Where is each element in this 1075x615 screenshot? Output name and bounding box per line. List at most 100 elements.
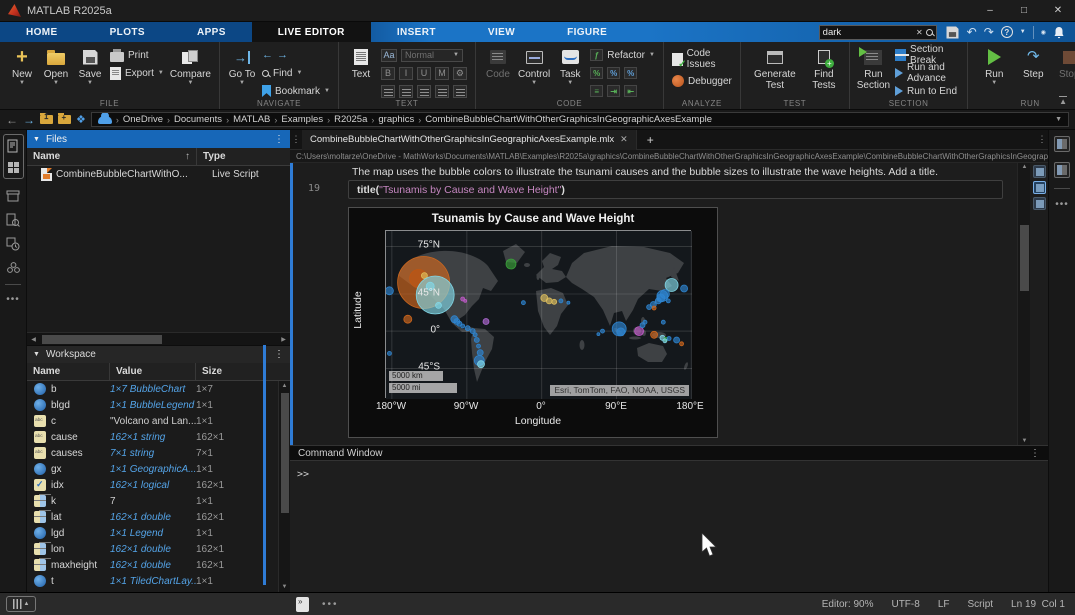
collapse-workspace-icon[interactable]: ▼ xyxy=(33,351,40,358)
step-button[interactable]: ↷Step xyxy=(1018,46,1048,80)
archive-panel-icon[interactable] xyxy=(6,188,21,203)
live-script-document[interactable]: The map uses the bubble colors to illust… xyxy=(290,163,1048,445)
history-forward-icon[interactable]: → xyxy=(23,113,35,127)
breadcrumb-item[interactable]: R2025a xyxy=(334,114,367,125)
refactor-button[interactable]: ƒRefactor▼ xyxy=(590,48,655,62)
export-button[interactable]: Export▼ xyxy=(110,66,164,80)
comment-button[interactable]: % xyxy=(590,67,603,79)
clear-search-icon[interactable]: ✕ xyxy=(916,28,923,37)
close-button[interactable]: ✕ xyxy=(1041,0,1075,21)
notifications-bell-icon[interactable] xyxy=(1053,26,1065,39)
run-to-end-button[interactable]: Run to End xyxy=(895,84,959,98)
navigate-back-icon[interactable]: ← xyxy=(262,49,273,61)
file-row[interactable]: CombineBubbleChartWithO... Live Script xyxy=(27,166,290,183)
files-menu-icon[interactable]: ⋮ xyxy=(274,134,284,145)
scrollbar-thumb[interactable] xyxy=(281,393,289,513)
control-button[interactable]: Control▼ xyxy=(518,46,550,86)
workspace-vertical-scrollbar[interactable]: ▲ ▼ xyxy=(278,381,290,592)
editor-menu-icon[interactable]: ⋮ xyxy=(1036,134,1048,145)
workspace-variable-row[interactable]: cause162×1 string162×1 xyxy=(27,429,290,445)
workspace-variable-row[interactable]: blgd1×1 BubbleLegend1×1 xyxy=(27,397,290,413)
workspace-variable-row[interactable]: lgd1×1 Legend1×1 xyxy=(27,525,290,541)
task-button[interactable]: Task▼ xyxy=(556,46,584,86)
history-back-icon[interactable]: ← xyxy=(6,113,18,127)
browse-folder-icon[interactable] xyxy=(58,115,71,124)
scroll-up-icon[interactable]: ▲ xyxy=(282,381,288,391)
scroll-left-icon[interactable]: ◀ xyxy=(27,336,40,343)
breadcrumb-item[interactable]: CombineBubbleChartWithOtherGraphicsInGeo… xyxy=(425,114,712,125)
compare-button[interactable]: Compare▼ xyxy=(170,46,211,86)
editor-scrollbar[interactable]: ▲ ▼ xyxy=(1017,163,1030,445)
align-center-button[interactable] xyxy=(435,85,449,98)
workspace-variable-row[interactable]: t1×1 TiledChartLay...1×1 xyxy=(27,573,290,589)
tab-plots[interactable]: PLOTS xyxy=(84,22,171,42)
search-input[interactable] xyxy=(823,27,913,38)
bookmark-button[interactable]: Bookmark▼ xyxy=(262,84,330,98)
workspace-panel-icon[interactable] xyxy=(6,160,21,175)
collapse-ribbon-icon[interactable]: ▲ xyxy=(1059,96,1067,105)
code-line[interactable]: title("Tsunamis by Cause and Wave Height… xyxy=(348,180,1003,199)
files-panel-header[interactable]: ▼ Files ⋮ xyxy=(27,130,290,148)
run-and-advance-button[interactable]: Run and Advance xyxy=(895,66,959,80)
workspace-variable-row[interactable]: lat162×1 double162×1 xyxy=(27,509,290,525)
scrollbar-thumb[interactable] xyxy=(42,335,162,344)
line-endings[interactable]: LF xyxy=(938,599,950,610)
maximize-button[interactable]: □ xyxy=(1007,0,1041,21)
minimize-button[interactable]: – xyxy=(973,0,1007,21)
breadcrumb[interactable]: ›OneDrive›Documents›MATLAB›Examples›R202… xyxy=(91,112,1069,127)
section-break-button[interactable]: Section Break xyxy=(895,48,959,62)
scroll-down-icon[interactable]: ▼ xyxy=(282,582,288,592)
file-search-panel-icon[interactable] xyxy=(6,212,21,227)
code-issues-button[interactable]: Code Issues xyxy=(672,52,732,66)
run-section-button[interactable]: Run Section xyxy=(858,46,889,91)
command-window[interactable]: Command Window ⋮ >> xyxy=(290,445,1048,592)
new-tab-icon[interactable]: + xyxy=(637,133,664,147)
bulleted-list-button[interactable] xyxy=(381,85,395,98)
geographic-axes[interactable]: 5000 km 5000 mi Esri, TomTom, FAO, NOAA,… xyxy=(385,230,691,398)
workspace-col-size[interactable]: Size xyxy=(196,363,290,380)
command-window-menu-icon[interactable]: ⋮ xyxy=(1030,448,1040,459)
community-dropdown-icon[interactable]: ◉ xyxy=(1041,29,1046,36)
properties-panel-icon[interactable] xyxy=(1054,136,1070,152)
undo-icon[interactable]: ↶ xyxy=(967,25,977,39)
scroll-right-icon[interactable]: ▶ xyxy=(277,336,290,343)
uncomment-button[interactable]: % xyxy=(607,67,620,79)
smart-indent-button[interactable]: ≡ xyxy=(590,85,603,97)
italic-button[interactable]: I xyxy=(399,67,413,80)
wrap-comments-button[interactable]: % xyxy=(624,67,637,79)
align-right-button[interactable] xyxy=(453,85,467,98)
editor-tab[interactable]: CombineBubbleChartWithOtherGraphicsInGeo… xyxy=(302,130,637,150)
code-format-button[interactable]: ⚙ xyxy=(453,67,467,80)
tab-view[interactable]: VIEW xyxy=(462,22,541,42)
tab-live-editor[interactable]: LIVE EDITOR xyxy=(252,22,371,42)
editor-zoom[interactable]: Editor: 90% xyxy=(822,599,874,610)
find-tests-button[interactable]: Find Tests xyxy=(807,46,841,91)
files-col-name[interactable]: Name↑ xyxy=(27,148,197,165)
layout-selector-button[interactable]: ▲ xyxy=(6,596,36,612)
navigate-forward-icon[interactable]: → xyxy=(277,49,288,61)
text-style-select[interactable]: Normal▼ xyxy=(401,49,463,62)
file-type[interactable]: Script xyxy=(967,599,993,610)
more-panels-icon[interactable]: ••• xyxy=(1055,199,1069,210)
recent-folders-icon[interactable]: ❖ xyxy=(76,113,86,126)
workspace-variable-row[interactable]: idx162×1 logical162×1 xyxy=(27,477,290,493)
encoding[interactable]: UTF-8 xyxy=(891,599,919,610)
new-button[interactable]: +New▼ xyxy=(8,46,36,86)
scrollbar-thumb[interactable] xyxy=(1020,225,1029,291)
files-horizontal-scrollbar[interactable]: ◀ ▶ xyxy=(27,332,290,345)
tab-figure[interactable]: FIGURE xyxy=(541,22,633,42)
numbered-list-button[interactable] xyxy=(399,85,413,98)
workspace-variable-row[interactable]: b1×7 BubbleChart1×7 xyxy=(27,381,290,397)
up-one-level-icon[interactable] xyxy=(40,115,53,124)
output-on-right-view-icon[interactable] xyxy=(1033,181,1046,194)
status-more-icon[interactable]: ••• xyxy=(322,599,339,610)
outline-panel-icon[interactable] xyxy=(1054,162,1070,178)
documentation-search[interactable]: ✕ xyxy=(819,25,937,40)
workspace-variable-row[interactable]: causes7×1 string7×1 xyxy=(27,445,290,461)
document-paragraph[interactable]: The map uses the bubble colors to illust… xyxy=(352,166,1012,178)
workspace-panel-header[interactable]: ▼ Workspace ⋮ xyxy=(27,345,290,363)
breadcrumb-item[interactable]: graphics xyxy=(378,114,414,125)
files-panel-icon[interactable] xyxy=(6,138,21,153)
help-dropdown-icon[interactable]: ▼ xyxy=(1020,29,1026,35)
workspace-col-name[interactable]: Name xyxy=(27,363,110,380)
